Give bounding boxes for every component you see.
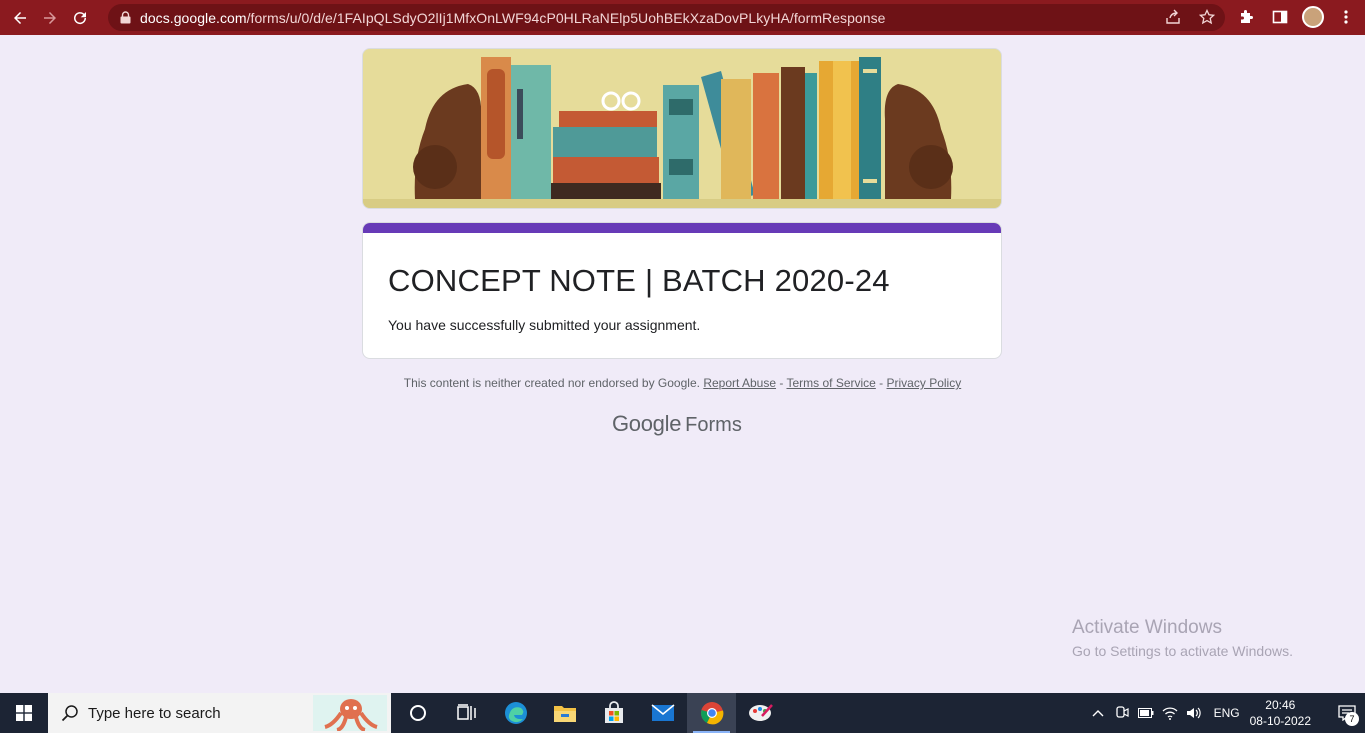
taskbar-clock[interactable]: 20:46 08-10-2022 [1250, 697, 1311, 729]
cortana-icon [409, 705, 426, 721]
wifi-icon[interactable] [1158, 693, 1182, 733]
report-abuse-link[interactable]: Report Abuse [703, 376, 776, 390]
extensions-puzzle-icon[interactable] [1234, 4, 1258, 30]
google-forms-logo[interactable]: Google Forms [612, 411, 742, 437]
task-view-button[interactable] [442, 693, 491, 733]
forward-arrow-icon [44, 11, 56, 24]
form-title: CONCEPT NOTE | BATCH 2020-24 [388, 263, 890, 298]
form-header-image [362, 48, 1002, 209]
language-indicator[interactable]: ENG [1214, 706, 1240, 720]
share-icon[interactable] [1163, 7, 1183, 27]
profile-avatar[interactable] [1302, 6, 1324, 28]
confirmation-card: CONCEPT NOTE | BATCH 2020-24 You have su… [362, 222, 1002, 359]
url-path: /forms/u/0/d/e/1FAIpQLSdyO2lIj1MfxOnLWF9… [246, 9, 886, 26]
search-highlight-octopus-icon [313, 695, 387, 731]
card-accent-bar [363, 223, 1001, 233]
file-explorer-button[interactable] [540, 693, 589, 733]
chrome-taskbar-button[interactable] [687, 693, 736, 733]
windows-taskbar: Type here to search ENG 20:46 08-10-2022… [0, 693, 1365, 733]
search-placeholder: Type here to search [88, 704, 221, 722]
privacy-link[interactable]: Privacy Policy [887, 376, 962, 390]
watermark-subtitle: Go to Settings to activate Windows. [1072, 643, 1293, 659]
back-arrow-icon [14, 11, 26, 24]
url-text: docs.google.com/forms/u/0/d/e/1FAIpQLSdy… [140, 10, 885, 26]
clock-time: 20:46 [1265, 698, 1296, 712]
google-wordmark: Google [612, 411, 682, 436]
bookmark-star-icon[interactable] [1197, 7, 1217, 27]
edge-icon [504, 702, 527, 724]
edge-taskbar-button[interactable] [491, 693, 540, 733]
chrome-icon [700, 702, 723, 725]
store-icon [604, 701, 623, 723]
reload-icon [74, 11, 87, 24]
mail-icon [650, 704, 675, 721]
mail-button[interactable] [638, 693, 687, 733]
cortana-button[interactable] [393, 693, 442, 733]
speaker-icon[interactable] [1182, 693, 1206, 733]
kebab-menu-icon[interactable] [1334, 4, 1358, 30]
meet-now-icon[interactable] [1110, 693, 1134, 733]
store-button[interactable] [589, 693, 638, 733]
battery-icon[interactable] [1134, 693, 1158, 733]
notification-center-button[interactable]: 7 [1329, 693, 1365, 733]
task-view-icon [456, 704, 476, 720]
lock-icon [118, 11, 132, 25]
browser-toolbar: docs.google.com/forms/u/0/d/e/1FAIpQLSdy… [0, 0, 1365, 35]
file-explorer-icon [553, 706, 576, 722]
start-button[interactable] [0, 693, 48, 733]
back-button[interactable] [5, 3, 35, 33]
paint-icon [748, 704, 773, 721]
chevron-up-icon[interactable] [1086, 693, 1110, 733]
paint-taskbar-button[interactable] [736, 693, 785, 733]
reload-button[interactable] [65, 3, 95, 33]
confirmation-message: You have successfully submitted your ass… [388, 317, 701, 333]
clock-date: 08-10-2022 [1249, 714, 1311, 728]
terms-link[interactable]: Terms of Service [786, 376, 875, 390]
separator: - [875, 376, 887, 390]
watermark-title: Activate Windows [1072, 617, 1222, 638]
windows-logo-icon [16, 705, 32, 721]
activate-windows-watermark: Activate Windows Go to Settings to activ… [1072, 617, 1293, 659]
url-host: docs.google.com [140, 9, 247, 26]
system-tray: ENG 20:46 08-10-2022 7 [1086, 693, 1365, 733]
forms-wordmark: Forms [685, 414, 742, 436]
separator: - [776, 376, 787, 390]
side-panel-icon[interactable] [1268, 4, 1292, 30]
disclaimer-text: This content is neither created nor endo… [403, 376, 700, 390]
address-bar[interactable]: docs.google.com/forms/u/0/d/e/1FAIpQLSdy… [108, 4, 1225, 31]
disclaimer-footer: This content is neither created nor endo… [0, 376, 1365, 390]
taskbar-search-box[interactable]: Type here to search [48, 693, 391, 733]
forward-button[interactable] [35, 3, 65, 33]
search-icon [60, 703, 80, 723]
notification-badge: 7 [1345, 712, 1359, 726]
